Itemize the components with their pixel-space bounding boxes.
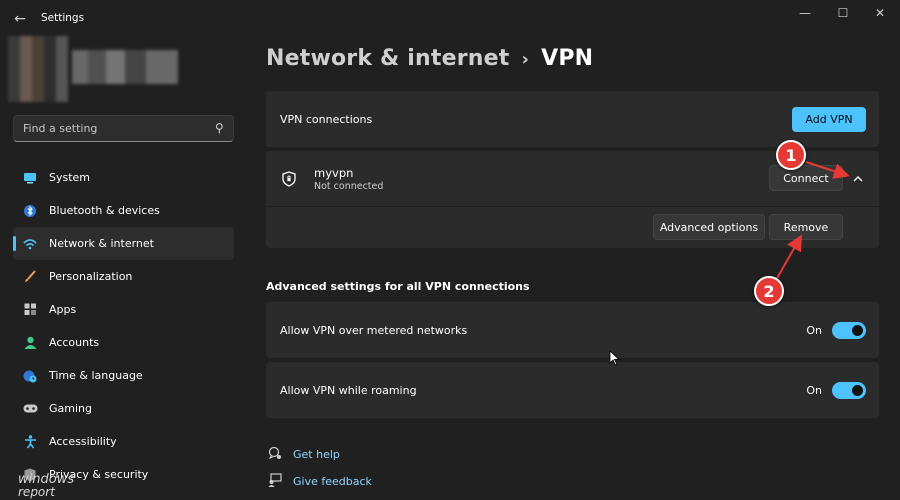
breadcrumb-separator: › — [521, 49, 530, 70]
help-icon — [266, 446, 284, 463]
sidebar-item-apps[interactable]: Apps — [13, 293, 234, 326]
roaming-setting: Allow VPN while roaming On — [266, 362, 879, 418]
title-bar: ← Settings — ☐ ✕ — [0, 0, 900, 38]
vpn-name: myvpn — [314, 166, 354, 180]
sidebar-item-network[interactable]: Network & internet — [13, 227, 234, 260]
sidebar-item-time-language[interactable]: Time & language — [13, 359, 234, 392]
search-input[interactable]: Find a setting — [23, 122, 97, 135]
search-box[interactable]: Find a setting ⚲ — [13, 115, 234, 142]
sidebar-item-label: Apps — [49, 303, 77, 316]
sidebar-item-gaming[interactable]: Gaming — [13, 392, 234, 425]
divider — [266, 206, 879, 207]
globe-clock-icon — [22, 368, 38, 384]
page-title: VPN — [541, 46, 594, 71]
back-arrow-icon[interactable]: ← — [10, 9, 30, 29]
get-help-label: Get help — [293, 448, 340, 461]
accessibility-icon — [22, 434, 38, 450]
person-icon — [22, 335, 38, 351]
mouse-cursor-icon — [609, 350, 621, 370]
sidebar-item-accounts[interactable]: Accounts — [13, 326, 234, 359]
get-help-link[interactable]: Get help — [266, 446, 340, 463]
maximize-button[interactable]: ☐ — [828, 4, 858, 24]
monitor-icon — [22, 170, 38, 186]
feedback-icon — [266, 473, 284, 490]
sidebar-item-label: System — [49, 171, 91, 184]
app-title: Settings — [41, 12, 85, 24]
vpn-shield-icon — [282, 171, 296, 191]
minimize-button[interactable]: — — [790, 4, 820, 24]
toggle-state-label: On — [806, 324, 822, 337]
sidebar-item-bluetooth[interactable]: Bluetooth & devices — [13, 194, 234, 227]
sidebar-item-label: Network & internet — [49, 237, 154, 250]
gamepad-icon — [22, 401, 38, 417]
vpn-status: Not connected — [314, 181, 384, 192]
apps-icon — [22, 302, 38, 318]
sidebar-nav: System Bluetooth & devices Network & int… — [13, 161, 234, 491]
breadcrumb: Network & internet › VPN — [266, 46, 593, 71]
close-button[interactable]: ✕ — [865, 4, 895, 24]
search-icon: ⚲ — [215, 121, 224, 135]
setting-label: Allow VPN while roaming — [280, 384, 417, 397]
watermark-line2: report — [18, 485, 55, 499]
setting-label: Allow VPN over metered networks — [280, 324, 468, 337]
sidebar-item-accessibility[interactable]: Accessibility — [13, 425, 234, 458]
sidebar-item-label: Personalization — [49, 270, 133, 283]
sidebar-item-label: Bluetooth & devices — [49, 204, 160, 217]
breadcrumb-parent[interactable]: Network & internet — [266, 46, 509, 71]
annotation-badge-2: 2 — [754, 276, 784, 306]
sidebar-item-system[interactable]: System — [13, 161, 234, 194]
sidebar-item-label: Accounts — [49, 336, 100, 349]
roaming-toggle[interactable] — [832, 382, 866, 399]
sidebar-item-personalization[interactable]: Personalization — [13, 260, 234, 293]
toggle-state-label: On — [806, 384, 822, 397]
connect-button[interactable]: Connect — [769, 165, 843, 191]
chevron-up-icon[interactable] — [852, 170, 866, 184]
add-vpn-button[interactable]: Add VPN — [792, 107, 866, 132]
vpn-connections-label: VPN connections — [280, 113, 373, 126]
user-name-blurred — [72, 50, 178, 84]
metered-networks-setting: Allow VPN over metered networks On — [266, 302, 879, 358]
advanced-settings-title: Advanced settings for all VPN connection… — [266, 280, 530, 293]
metered-networks-toggle[interactable] — [832, 322, 866, 339]
sidebar-item-label: Time & language — [49, 369, 143, 382]
sidebar-item-label: Accessibility — [49, 435, 117, 448]
advanced-options-button[interactable]: Advanced options — [653, 214, 765, 240]
annotation-badge-1: 1 — [776, 140, 806, 170]
vpn-connections-card: VPN connections Add VPN — [266, 91, 879, 147]
sidebar-item-label: Gaming — [49, 402, 92, 415]
bluetooth-icon — [22, 203, 38, 219]
brush-icon — [22, 269, 38, 285]
wifi-icon — [22, 236, 38, 252]
give-feedback-link[interactable]: Give feedback — [266, 473, 372, 490]
watermark-logo: windows report — [18, 473, 74, 499]
give-feedback-label: Give feedback — [293, 475, 372, 488]
avatar — [8, 36, 68, 102]
remove-button[interactable]: Remove — [769, 214, 843, 240]
